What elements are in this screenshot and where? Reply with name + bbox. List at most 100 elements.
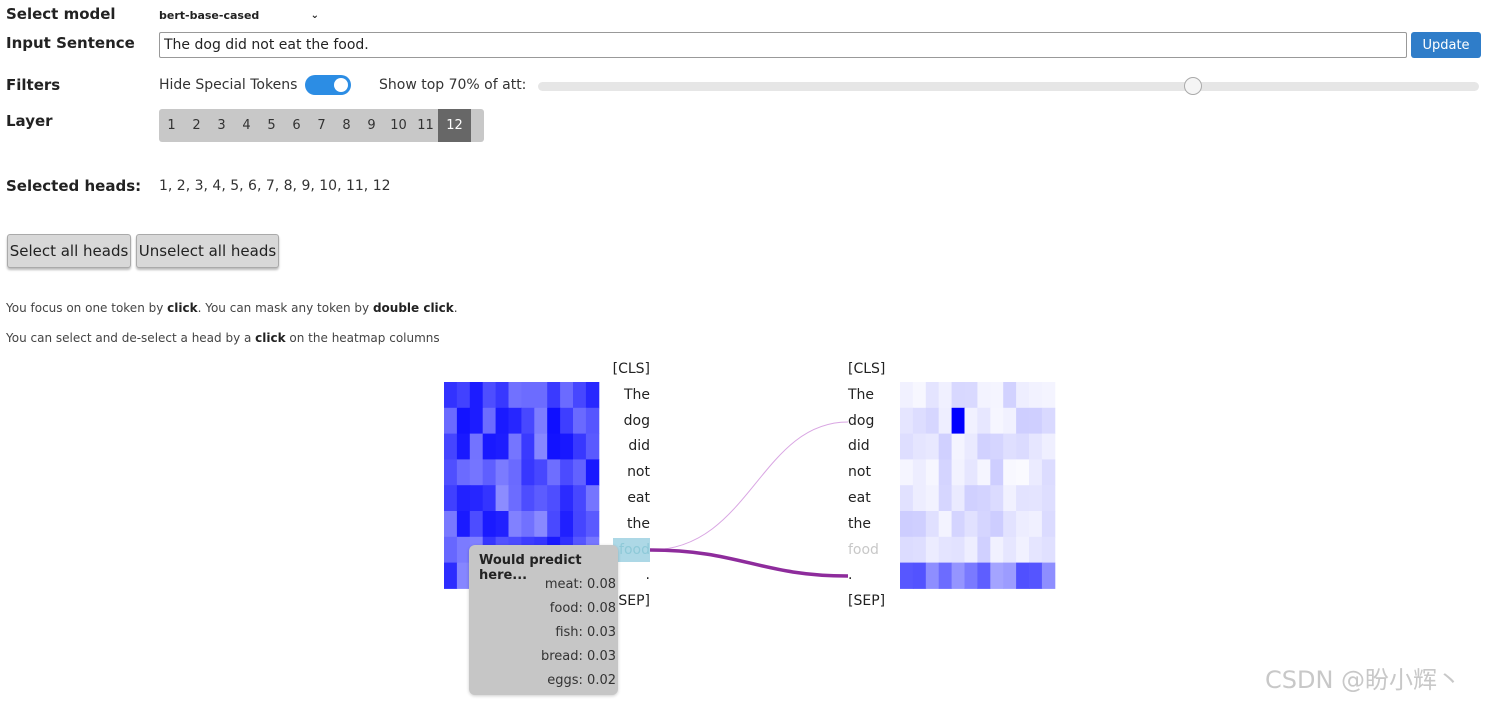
- heatmap-cell[interactable]: [1041, 485, 1056, 512]
- left-token[interactable]: the: [627, 516, 650, 532]
- heatmap-cell[interactable]: [900, 536, 914, 564]
- heatmap-cell[interactable]: [469, 511, 484, 538]
- heatmap-cell[interactable]: [925, 562, 940, 589]
- heatmap-cell[interactable]: [977, 562, 991, 589]
- heatmap-cell[interactable]: [585, 459, 600, 486]
- heatmap-cell[interactable]: [560, 433, 574, 460]
- left-token[interactable]: The: [624, 387, 650, 403]
- heatmap-cell[interactable]: [977, 459, 991, 486]
- heatmap-cell[interactable]: [938, 459, 953, 486]
- heatmap-cell[interactable]: [912, 536, 927, 564]
- heatmap-cell[interactable]: [521, 511, 535, 538]
- heatmap-cell[interactable]: [912, 382, 927, 409]
- heatmap-cell[interactable]: [560, 485, 574, 512]
- heatmap-cell[interactable]: [560, 407, 574, 435]
- heatmap-cell[interactable]: [534, 459, 548, 486]
- heatmap-cell[interactable]: [469, 407, 484, 435]
- heatmap-cell[interactable]: [444, 536, 458, 564]
- heatmap-cell[interactable]: [482, 485, 497, 512]
- heatmap-cell[interactable]: [938, 562, 953, 589]
- heatmap-cell[interactable]: [508, 382, 522, 409]
- heatmap-cell[interactable]: [444, 382, 458, 409]
- heatmap-cell[interactable]: [547, 433, 561, 460]
- heatmap-cell[interactable]: [951, 485, 965, 512]
- heatmap-cell[interactable]: [573, 511, 587, 538]
- heatmap-cell[interactable]: [990, 511, 1004, 538]
- heatmap-cell[interactable]: [560, 459, 574, 486]
- right-token[interactable]: The: [848, 387, 874, 403]
- heatmap-cell[interactable]: [1016, 433, 1030, 460]
- heatmap-cell[interactable]: [521, 485, 535, 512]
- heatmap-cell[interactable]: [964, 562, 978, 589]
- heatmap-cell[interactable]: [925, 511, 940, 538]
- heatmap-cell[interactable]: [912, 485, 927, 512]
- heatmap-cell[interactable]: [990, 485, 1004, 512]
- heatmap-cell[interactable]: [508, 511, 522, 538]
- heatmap-cell[interactable]: [977, 433, 991, 460]
- heatmap-cell[interactable]: [560, 382, 574, 409]
- heatmap-cell[interactable]: [495, 459, 509, 486]
- heatmap-cell[interactable]: [585, 511, 600, 538]
- heatmap-cell[interactable]: [1029, 485, 1043, 512]
- heatmap-cell[interactable]: [951, 459, 965, 486]
- heatmap-cell[interactable]: [1041, 433, 1056, 460]
- heatmap-cell[interactable]: [585, 407, 600, 435]
- heatmap-cell[interactable]: [951, 511, 965, 538]
- heatmap-cell[interactable]: [547, 459, 561, 486]
- heatmap-cell[interactable]: [1041, 562, 1056, 589]
- heatmap-cell[interactable]: [900, 407, 914, 435]
- right-token[interactable]: eat: [848, 490, 871, 506]
- heatmap-cell[interactable]: [938, 433, 953, 460]
- heatmap-cell[interactable]: [547, 407, 561, 435]
- heatmap-cell[interactable]: [964, 382, 978, 409]
- heatmap-cell[interactable]: [1003, 511, 1017, 538]
- heatmap-cell[interactable]: [1041, 407, 1056, 435]
- heatmap-cell[interactable]: [573, 382, 587, 409]
- heatmap-cell[interactable]: [444, 407, 458, 435]
- heatmap-cell[interactable]: [1029, 407, 1043, 435]
- heatmap-cell[interactable]: [1029, 511, 1043, 538]
- left-token[interactable]: did: [628, 438, 650, 454]
- heatmap-cell[interactable]: [900, 485, 914, 512]
- heatmap-cell[interactable]: [1029, 382, 1043, 409]
- right-token[interactable]: the: [848, 516, 871, 532]
- heatmap-cell[interactable]: [1041, 511, 1056, 538]
- left-token[interactable]: [CLS]: [613, 361, 650, 377]
- heatmap-cell[interactable]: [1029, 562, 1043, 589]
- heatmap-cell[interactable]: [964, 485, 978, 512]
- heatmap-cell[interactable]: [1003, 382, 1017, 409]
- heatmap-cell[interactable]: [977, 536, 991, 564]
- heatmap-cell[interactable]: [964, 511, 978, 538]
- heatmap-cell[interactable]: [508, 459, 522, 486]
- heatmap-cell[interactable]: [482, 459, 497, 486]
- heatmap-cell[interactable]: [521, 382, 535, 409]
- heatmap-cell[interactable]: [925, 407, 940, 435]
- heatmap-cell[interactable]: [573, 485, 587, 512]
- heatmap-cell[interactable]: [1003, 562, 1017, 589]
- right-token[interactable]: dog: [848, 413, 874, 429]
- right-token[interactable]: food: [848, 542, 879, 558]
- heatmap-cell[interactable]: [912, 407, 927, 435]
- heatmap-cell[interactable]: [508, 485, 522, 512]
- heatmap-cell[interactable]: [444, 511, 458, 538]
- left-token[interactable]: .: [646, 567, 650, 583]
- heatmap-cell[interactable]: [1016, 562, 1030, 589]
- heatmap-cell[interactable]: [912, 459, 927, 486]
- heatmap-cell[interactable]: [990, 433, 1004, 460]
- heatmap-cell[interactable]: [1016, 511, 1030, 538]
- left-token[interactable]: food: [619, 542, 650, 558]
- heatmap-cell[interactable]: [925, 536, 940, 564]
- left-token[interactable]: not: [627, 464, 650, 480]
- heatmap-cell[interactable]: [925, 459, 940, 486]
- heatmap-cell[interactable]: [938, 407, 953, 435]
- heatmap-cell[interactable]: [534, 433, 548, 460]
- heatmap-cell[interactable]: [925, 433, 940, 460]
- heatmap-cell[interactable]: [1016, 459, 1030, 486]
- heatmap-cell[interactable]: [951, 536, 965, 564]
- heatmap-cell[interactable]: [482, 511, 497, 538]
- heatmap-cell[interactable]: [964, 407, 978, 435]
- heatmap-cell[interactable]: [1016, 485, 1030, 512]
- heatmap-cell[interactable]: [573, 459, 587, 486]
- heatmap-cell[interactable]: [1041, 382, 1056, 409]
- heatmap-cell[interactable]: [1003, 407, 1017, 435]
